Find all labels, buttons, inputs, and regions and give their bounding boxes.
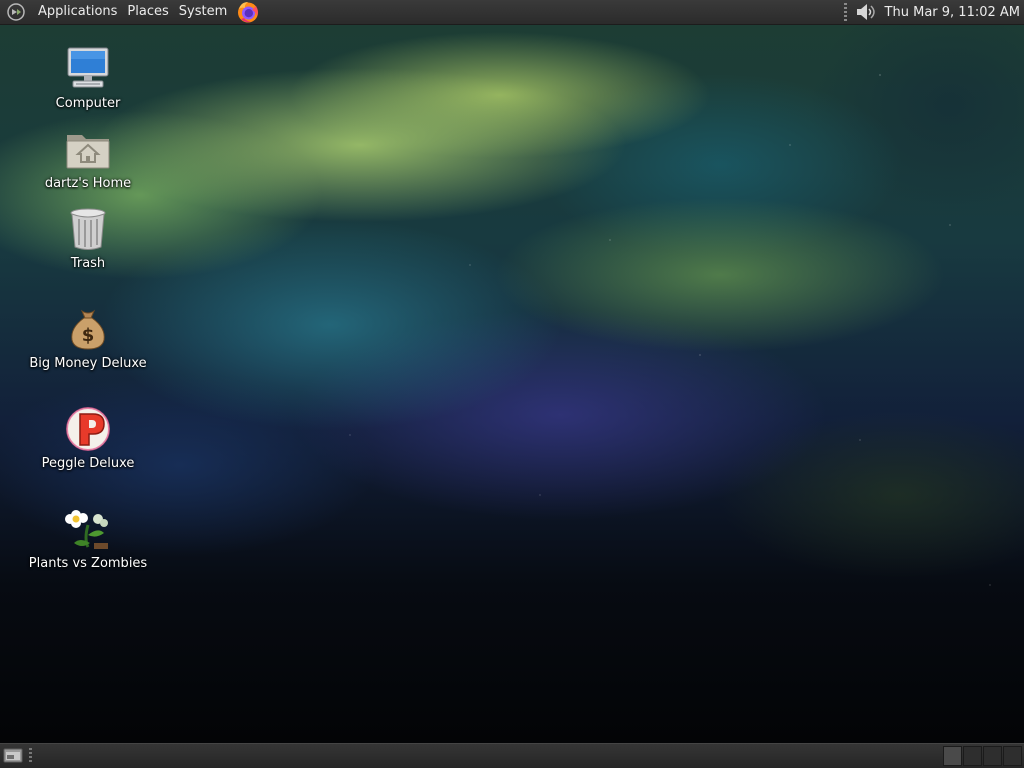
icon-label: Big Money Deluxe (29, 356, 147, 371)
home-folder-icon (66, 135, 110, 169)
clock[interactable]: Thu Mar 9, 11:02 AM (885, 5, 1024, 20)
plants-vs-zombies-icon (65, 510, 108, 549)
panel-handle[interactable] (29, 748, 32, 763)
bottom-panel (0, 743, 1024, 768)
workspace-4[interactable] (1003, 746, 1022, 766)
menu-bar: Applications Places System (0, 0, 260, 24)
system-menu[interactable]: System (174, 0, 232, 24)
workspace-1[interactable] (943, 746, 962, 766)
workspace-switcher (942, 746, 1022, 766)
peggle-icon (66, 407, 110, 451)
desktop-icon-home[interactable]: dartz's Home (22, 125, 154, 191)
desktop-icon-big-money[interactable]: $ Big Money Deluxe (22, 305, 154, 371)
desktop-icon-computer[interactable]: Computer (22, 45, 154, 111)
applications-menu[interactable]: Applications (33, 0, 122, 24)
top-panel: Applications Places System Thu Mar 9, 11… (0, 0, 1024, 25)
icon-label: Trash (70, 256, 106, 271)
tray-handle[interactable] (843, 3, 847, 21)
workspace-2[interactable] (963, 746, 982, 766)
trash-icon (70, 208, 106, 250)
mate-logo-icon (7, 3, 25, 21)
computer-icon (67, 47, 109, 88)
money-bag-icon: $ (71, 309, 105, 350)
icon-label: Plants vs Zombies (28, 556, 148, 571)
system-tray: Thu Mar 9, 11:02 AM (843, 0, 1024, 24)
icon-label: Computer (55, 96, 121, 111)
icon-label: Peggle Deluxe (41, 456, 135, 471)
icon-label: dartz's Home (44, 176, 132, 191)
desktop-icon-trash[interactable]: Trash (22, 205, 154, 271)
firefox-icon[interactable] (236, 0, 260, 24)
show-desktop-icon[interactable] (3, 747, 23, 764)
desktop-icon-peggle[interactable]: Peggle Deluxe (22, 405, 154, 471)
desktop-icon-plants-vs-zombies[interactable]: Plants vs Zombies (22, 505, 154, 571)
desktop-background[interactable]: Computer dartz's Home Trash $ Big Money … (0, 25, 1024, 743)
svg-text:$: $ (82, 325, 95, 346)
volume-icon[interactable] (855, 1, 877, 23)
workspace-3[interactable] (983, 746, 1002, 766)
places-menu[interactable]: Places (122, 0, 173, 24)
